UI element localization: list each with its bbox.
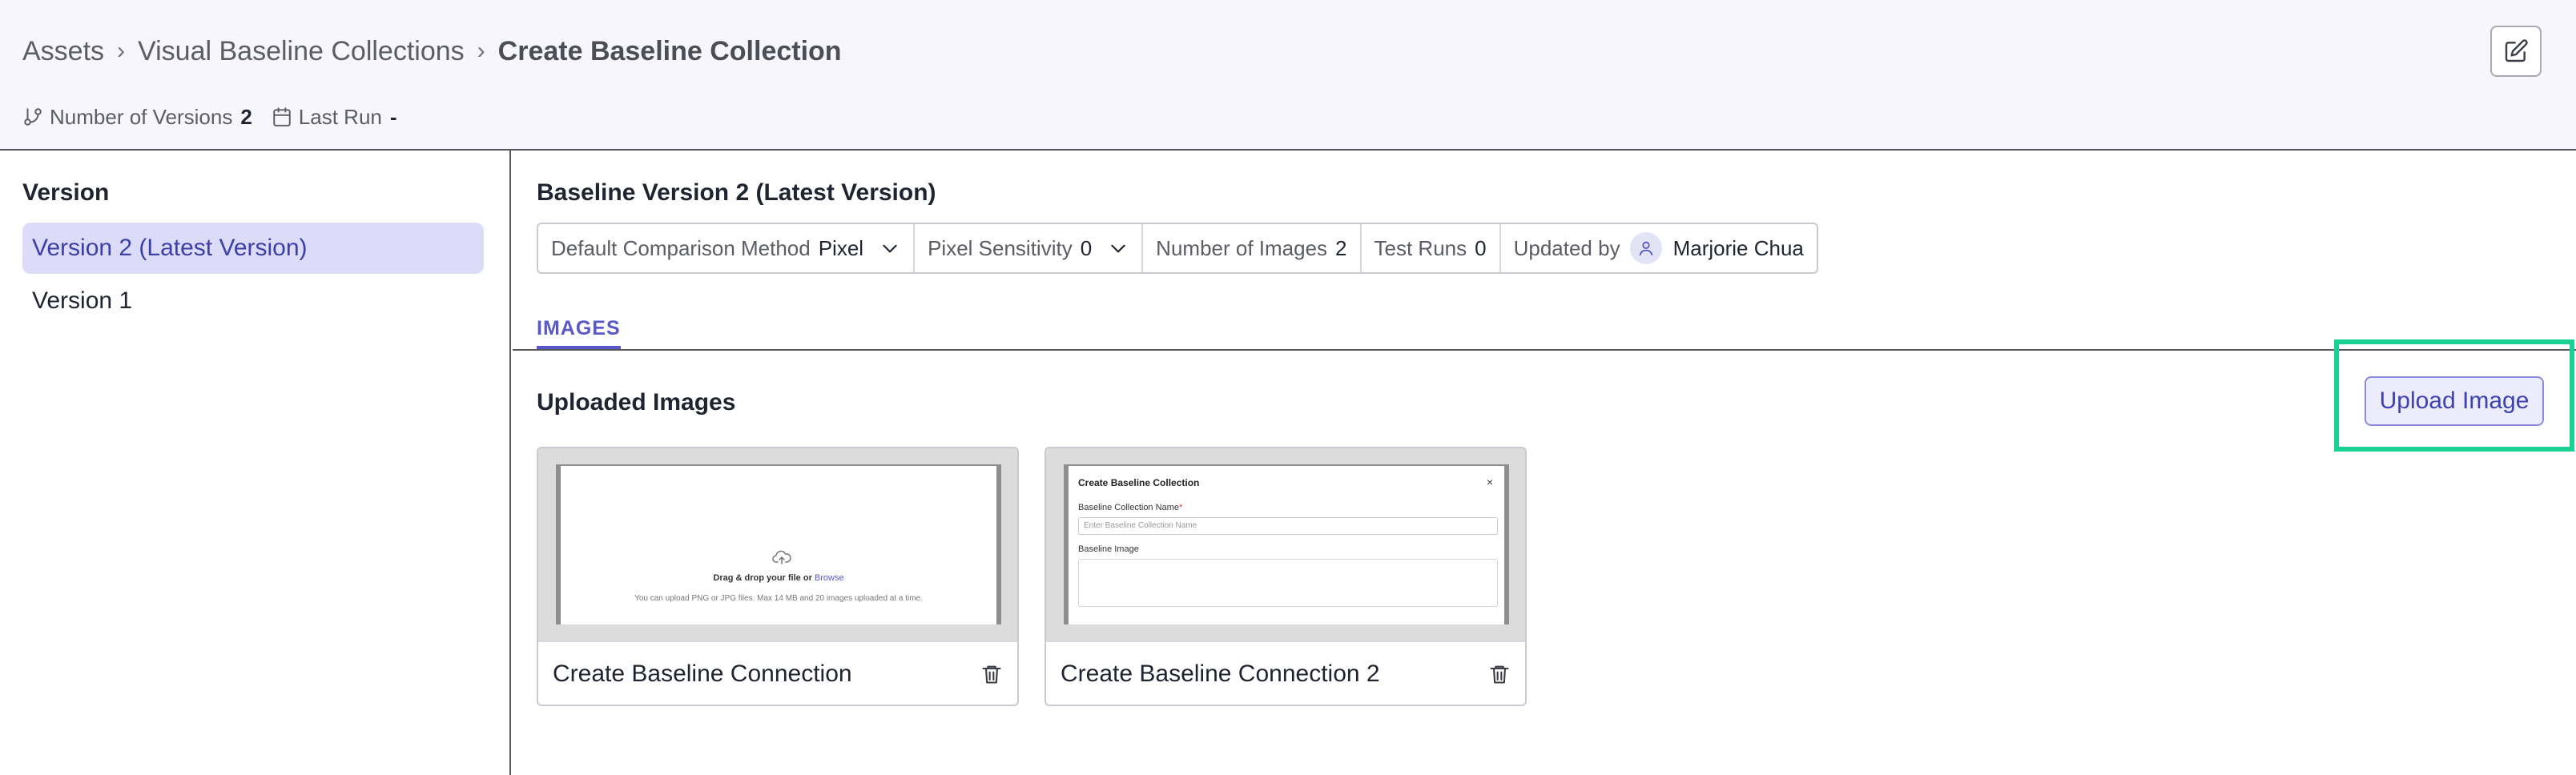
card-footer: Create Baseline Connection 2 [1046,640,1525,705]
close-icon: × [1486,476,1493,488]
breadcrumb: Assets › Visual Baseline Collections › C… [22,32,842,70]
image-name: Create Baseline Connection [553,661,852,687]
thumb-dialog-title: Create Baseline Collection [1078,477,1200,488]
comparison-method-select[interactable]: Default Comparison Method Pixel [538,224,916,272]
uploaded-images-title: Uploaded Images [537,389,736,416]
browse-link: Browse [814,573,844,583]
calendar-icon [273,107,291,126]
avatar [1629,232,1662,264]
breadcrumb-separator: › [477,38,485,64]
versions-label: Number of Versions [50,104,233,129]
image-thumbnail[interactable]: Drag & drop your file or Browse You can … [538,448,1017,640]
version-title: Baseline Version 2 (Latest Version) [537,179,936,206]
upload-image-button[interactable]: Upload Image [2365,376,2544,426]
breadcrumb-assets[interactable]: Assets [22,36,104,67]
comparison-method-value: Pixel [818,235,864,260]
number-of-images-label: Number of Images [1156,235,1328,260]
pixel-sensitivity-select[interactable]: Pixel Sensitivity 0 [915,224,1144,272]
thumbnail-frame: Drag & drop your file or Browse You can … [556,464,1001,624]
edit-button[interactable] [2490,26,2542,77]
test-runs-label: Test Runs [1374,235,1467,260]
test-runs-value: 0 [1475,235,1487,260]
versions-value: 2 [240,104,252,129]
card-footer: Create Baseline Connection [538,640,1017,705]
breadcrumb-separator: › [117,38,126,64]
versions-count: Number of Versions 2 [22,105,252,130]
thumb-name-input: Enter Baseline Collection Name [1078,517,1498,535]
pixel-sensitivity-label: Pixel Sensitivity [928,235,1073,260]
breadcrumb-current: Create Baseline Collection [497,35,842,66]
updated-by: Updated by Marjorie Chua [1501,224,1817,272]
thumb-image-area [1078,559,1498,607]
image-thumbnail[interactable]: Create Baseline Collection × Baseline Co… [1046,448,1525,640]
image-card[interactable]: Drag & drop your file or Browse You can … [537,447,1019,706]
edit-icon [2505,39,2528,62]
drop-text: Drag & drop your file or [713,573,812,583]
drop-text-line: Drag & drop your file or Browse [561,573,996,583]
version-properties: Default Comparison Method Pixel Pixel Se… [537,223,1818,274]
trash-icon[interactable] [1488,663,1511,685]
thumb-name-label-text: Baseline Collection Name [1078,503,1179,512]
sidebar-item-version-2[interactable]: Version 2 (Latest Version) [22,223,484,274]
collection-meta: Number of Versions 2 Last Run - [22,101,417,133]
upload-hint: You can upload PNG or JPG files. Max 14 … [634,594,923,603]
image-card[interactable]: Create Baseline Collection × Baseline Co… [1044,447,1527,706]
number-of-images: Number of Images 2 [1143,224,1362,272]
thumb-image-label: Baseline Image [1078,544,1139,554]
versions-icon [24,108,42,126]
test-runs: Test Runs 0 [1362,224,1501,272]
updated-by-value: Marjorie Chua [1672,235,1804,260]
main-content: Baseline Version 2 (Latest Version) Defa… [513,151,2576,775]
chevron-down-icon [883,244,897,253]
thumbnail-frame: Create Baseline Collection × Baseline Co… [1064,464,1509,624]
comparison-method-label: Default Comparison Method [551,235,811,260]
required-marker: * [1178,503,1183,512]
trash-icon[interactable] [980,663,1003,685]
user-icon [1639,241,1652,256]
last-run-value: - [389,104,397,129]
image-name: Create Baseline Connection 2 [1061,661,1380,687]
page-header: Assets › Visual Baseline Collections › C… [0,0,2576,151]
tab-images[interactable]: IMAGES [537,311,621,349]
pixel-sensitivity-value: 0 [1080,235,1093,260]
updated-by-label: Updated by [1513,235,1620,260]
sidebar-title: Version [22,179,110,206]
number-of-images-value: 2 [1335,235,1347,260]
chevron-down-icon [1111,244,1125,253]
sidebar-item-version-1[interactable]: Version 1 [22,275,484,327]
last-run-label: Last Run [298,104,382,129]
breadcrumb-visual-baseline-collections[interactable]: Visual Baseline Collections [138,36,465,67]
version-sidebar: Version Version 2 (Latest Version) Versi… [0,151,511,775]
tab-bar: IMAGES [513,311,2576,351]
cloud-upload-icon [772,550,791,564]
thumb-name-label: Baseline Collection Name* [1078,503,1182,512]
last-run: Last Run - [272,105,397,130]
